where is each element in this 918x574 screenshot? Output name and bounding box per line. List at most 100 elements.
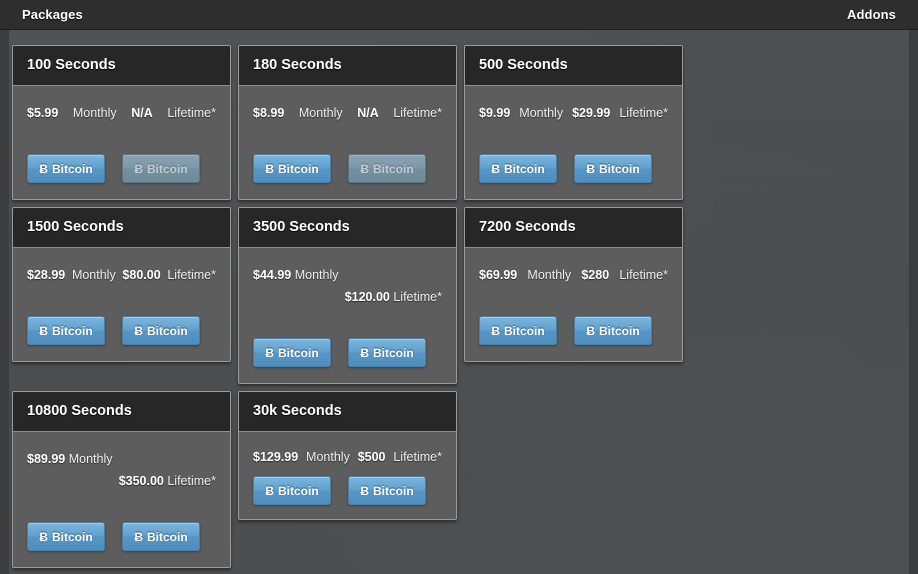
package-card-body: $44.99 Monthly $120.00 Lifetime* Ƀ Bitcoin Ƀ… [239, 248, 456, 383]
lifetime-price-period: Lifetime* [167, 474, 216, 488]
bitcoin-button-label: Bitcoin [599, 323, 640, 338]
bitcoin-button-label: Bitcoin [52, 323, 93, 338]
bitcoin-button-label: Bitcoin [504, 161, 545, 176]
buy-lifetime-bitcoin-button[interactable]: Ƀ Bitcoin [574, 154, 652, 183]
package-price-line: $28.99 Monthly $80.00 Lifetime* [27, 264, 216, 286]
buy-lifetime-bitcoin-button[interactable]: Ƀ Bitcoin [348, 338, 426, 367]
bitcoin-icon: Ƀ [586, 323, 595, 338]
package-button-row: Ƀ Bitcoin Ƀ Bitcoin [27, 154, 216, 183]
main-content: 100 Seconds $5.99 Monthly N/A Lifetime* Ƀ B… [0, 30, 918, 568]
bitcoin-icon: Ƀ [586, 161, 595, 176]
buy-monthly-bitcoin-button[interactable]: Ƀ Bitcoin [27, 316, 105, 345]
monthly-price-period: Monthly [68, 452, 113, 466]
monthly-price: $28.99 Monthly [27, 268, 116, 282]
package-price-line: $89.99 Monthly $350.00 Lifetime* [27, 448, 216, 492]
package-card: 7200 Seconds $69.99 Monthly $280 Lifetime… [464, 207, 683, 362]
monthly-price-period: Monthly [298, 106, 343, 120]
lifetime-price: $280 Lifetime* [581, 268, 668, 282]
monthly-price: $69.99 Monthly [479, 268, 571, 282]
package-title: 7200 Seconds [479, 219, 576, 235]
package-card-header: 180 Seconds [239, 46, 456, 86]
lifetime-price: N/A Lifetime* [357, 106, 442, 120]
bitcoin-button-label: Bitcoin [599, 161, 640, 176]
bitcoin-icon: Ƀ [134, 529, 143, 544]
monthly-price-period: Monthly [72, 106, 117, 120]
buy-lifetime-bitcoin-button[interactable]: Ƀ Bitcoin [574, 316, 652, 345]
bitcoin-button-label: Bitcoin [147, 529, 188, 544]
lifetime-price-amount: $500 [357, 450, 386, 464]
buy-monthly-bitcoin-button[interactable]: Ƀ Bitcoin [479, 316, 557, 345]
package-card-header: 3500 Seconds [239, 208, 456, 248]
bitcoin-icon: Ƀ [265, 345, 274, 360]
bitcoin-icon: Ƀ [491, 161, 500, 176]
buy-lifetime-bitcoin-button[interactable]: Ƀ Bitcoin [122, 522, 200, 551]
bitcoin-button-label: Bitcoin [373, 345, 414, 360]
package-card-header: 1500 Seconds [13, 208, 230, 248]
bitcoin-button-label: Bitcoin [147, 161, 188, 176]
package-card-body: $5.99 Monthly N/A Lifetime* Ƀ Bitcoin Ƀ Bitc… [13, 86, 230, 199]
bitcoin-icon: Ƀ [134, 323, 143, 338]
package-card-header: 500 Seconds [465, 46, 682, 86]
package-card-body: $69.99 Monthly $280 Lifetime* Ƀ Bitcoin Ƀ Bi… [465, 248, 682, 361]
packages-grid: 100 Seconds $5.99 Monthly N/A Lifetime* Ƀ B… [12, 45, 908, 568]
bitcoin-icon: Ƀ [491, 323, 500, 338]
package-price-line: $129.99 Monthly $500 Lifetime* [253, 446, 442, 468]
lifetime-price-amount: $280 [581, 268, 610, 282]
monthly-price-period: Monthly [519, 106, 564, 120]
package-card-body: $89.99 Monthly $350.00 Lifetime* Ƀ Bitcoin Ƀ… [13, 432, 230, 567]
package-card: 500 Seconds $9.99 Monthly $29.99 Lifetime… [464, 45, 683, 200]
lifetime-price-amount: N/A [357, 106, 379, 120]
package-button-row: Ƀ Bitcoin Ƀ Bitcoin [479, 154, 668, 183]
buy-monthly-bitcoin-button[interactable]: Ƀ Bitcoin [253, 338, 331, 367]
package-button-row: Ƀ Bitcoin Ƀ Bitcoin [27, 316, 216, 345]
buy-monthly-bitcoin-button[interactable]: Ƀ Bitcoin [253, 154, 331, 183]
monthly-price-amount: $8.99 [253, 106, 285, 120]
package-card-body: $8.99 Monthly N/A Lifetime* Ƀ Bitcoin Ƀ Bitc… [239, 86, 456, 199]
addons-link[interactable]: Addons [847, 7, 896, 22]
package-title: 3500 Seconds [253, 219, 350, 235]
package-card: 100 Seconds $5.99 Monthly N/A Lifetime* Ƀ B… [12, 45, 231, 200]
monthly-price: $5.99 Monthly [27, 106, 117, 120]
lifetime-price-amount: N/A [131, 106, 153, 120]
lifetime-price-period: Lifetime* [167, 268, 216, 282]
package-card: 30k Seconds $129.99 Monthly $500 Lifetime… [238, 391, 457, 520]
package-price-line: $5.99 Monthly N/A Lifetime* [27, 102, 216, 124]
package-card-header: 100 Seconds [13, 46, 230, 86]
package-card: 180 Seconds $8.99 Monthly N/A Lifetime* Ƀ B… [238, 45, 457, 200]
buy-monthly-bitcoin-button[interactable]: Ƀ Bitcoin [27, 522, 105, 551]
package-price-line: $69.99 Monthly $280 Lifetime* [479, 264, 668, 286]
package-card-header: 30k Seconds [239, 392, 456, 432]
bitcoin-icon: Ƀ [265, 483, 274, 498]
lifetime-price-period: Lifetime* [619, 106, 668, 120]
lifetime-price: $500 Lifetime* [358, 450, 442, 464]
package-title: 1500 Seconds [27, 219, 124, 235]
bitcoin-button-label: Bitcoin [373, 483, 414, 498]
package-button-row: Ƀ Bitcoin Ƀ Bitcoin [253, 338, 442, 367]
monthly-price-amount: $28.99 [27, 268, 66, 282]
package-title: 180 Seconds [253, 57, 342, 73]
bitcoin-button-label: Bitcoin [278, 345, 319, 360]
buy-monthly-bitcoin-button[interactable]: Ƀ Bitcoin [253, 476, 331, 505]
package-price-line: $44.99 Monthly $120.00 Lifetime* [253, 264, 442, 308]
lifetime-price-amount: $120.00 [344, 290, 390, 304]
monthly-price-amount: $129.99 [253, 450, 299, 464]
buy-lifetime-bitcoin-button[interactable]: Ƀ Bitcoin [122, 316, 200, 345]
package-button-row: Ƀ Bitcoin Ƀ Bitcoin [253, 476, 442, 505]
buy-monthly-bitcoin-button[interactable]: Ƀ Bitcoin [479, 154, 557, 183]
lifetime-price-period: Lifetime* [619, 268, 668, 282]
monthly-price-period: Monthly [306, 450, 350, 464]
monthly-price: $8.99 Monthly [253, 106, 343, 120]
package-card-header: 10800 Seconds [13, 392, 230, 432]
bitcoin-button-label: Bitcoin [52, 161, 93, 176]
monthly-price-amount: $5.99 [27, 106, 59, 120]
lifetime-price: $120.00 Lifetime* [345, 290, 442, 304]
bitcoin-button-label: Bitcoin [147, 323, 188, 338]
bitcoin-button-label: Bitcoin [52, 529, 93, 544]
buy-monthly-bitcoin-button[interactable]: Ƀ Bitcoin [27, 154, 105, 183]
lifetime-price-period: Lifetime* [393, 450, 442, 464]
buy-lifetime-bitcoin-button[interactable]: Ƀ Bitcoin [348, 476, 426, 505]
bitcoin-icon: Ƀ [360, 483, 369, 498]
monthly-price: $44.99 Monthly [253, 264, 339, 286]
bitcoin-icon: Ƀ [360, 345, 369, 360]
lifetime-price: $29.99 Lifetime* [572, 106, 668, 120]
